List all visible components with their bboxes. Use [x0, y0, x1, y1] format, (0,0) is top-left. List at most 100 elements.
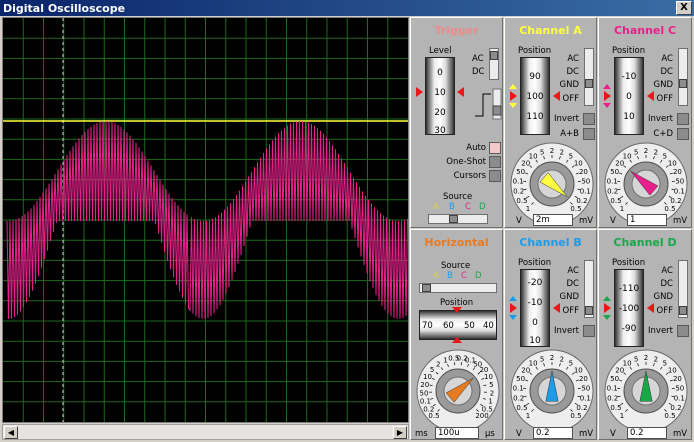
cursors-button[interactable] [489, 170, 501, 182]
horizontal-unit-right: µs [485, 429, 495, 439]
channel-a-dial-scale-label: 2 [560, 149, 564, 157]
channel-b-mode-dc: DC [566, 279, 579, 289]
channel-d-dial-scale-label: 50 [675, 385, 684, 393]
timebase-value-input[interactable]: 100u [435, 427, 479, 439]
channel-d-coupling-switch[interactable] [678, 260, 688, 318]
channel-a-volts-dial[interactable]: 10.50.20.15020105 2 251020500.10.20.5 [509, 140, 595, 224]
channel-a-dial-scale-label: 10 [574, 159, 583, 167]
channel-c-combine-button[interactable] [677, 128, 689, 140]
auto-label: Auto [466, 143, 486, 153]
channel-d-unit-left: V [610, 429, 616, 439]
channel-c-title: Channel C [613, 24, 677, 37]
channel-a-value-input[interactable]: 2m [533, 214, 573, 226]
trigger-coupling-switch[interactable] [489, 48, 499, 80]
horizontal-title: Horizontal [424, 236, 489, 249]
channel-c-dial-scale-label: 2 [644, 147, 648, 155]
horizontal-source-d: D [475, 271, 482, 281]
channel-c-value-input[interactable]: 1 [627, 214, 667, 226]
channel-b-dial-scale-label: 0.5 [570, 412, 581, 420]
title-bar[interactable]: Digital Oscilloscope X [0, 0, 694, 16]
channel-b-panel: Channel B Position -20 -10 0 10 AC DC GN… [504, 229, 597, 440]
channel-d-value-input[interactable]: 0.2 [627, 427, 667, 439]
channel-c-coupling-switch[interactable] [678, 48, 688, 106]
trigger-source-d: D [479, 202, 486, 212]
channel-d-invert-button[interactable] [677, 325, 689, 337]
one-shot-button[interactable] [489, 156, 501, 168]
horizontal-unit-left: ms [415, 429, 428, 439]
channel-a-combine-button[interactable] [583, 128, 595, 140]
channel-a-combine-label: A+B [560, 129, 579, 139]
channel-d-coupling-thumb[interactable] [679, 306, 687, 315]
channel-a-dial-scale-label: 50 [516, 168, 525, 176]
trigger-source-label: Source [443, 192, 473, 202]
timebase-dial-scale-label: 5 [430, 366, 434, 374]
channel-b-dial-scale-label: 1 [526, 412, 530, 420]
timebase-dial-scale-label: 2 [436, 360, 440, 368]
channel-a-invert-button[interactable] [583, 113, 595, 125]
channel-c-dial-scale-label: 0.2 [670, 197, 681, 205]
channel-a-dial-scale-label: 0.1 [513, 178, 524, 186]
trigger-source-slider[interactable] [428, 214, 488, 224]
channel-c-coupling-thumb[interactable] [679, 79, 687, 88]
channel-d-panel: Channel D Position -110 -100 -90 AC DC G… [598, 229, 692, 440]
horizontal-source-thumb[interactable] [422, 284, 431, 292]
channel-c-dial-scale-label: 1 [620, 205, 624, 213]
channel-c-dial-scale-label: 0.2 [607, 188, 618, 196]
channel-d-dial-scale-label: 0.1 [674, 395, 685, 403]
trigger-panel: Trigger Level 0 10 20 30 AC DC Auto One-… [410, 17, 503, 228]
horizontal-tick-0: 70 [422, 321, 433, 331]
channel-b-tick-3: 10 [529, 336, 541, 346]
trigger-edge-switch[interactable] [473, 86, 503, 124]
channel-b-coupling-thumb[interactable] [585, 306, 593, 315]
channel-a-title: Channel A [519, 24, 582, 37]
channel-c-volts-dial[interactable]: 10.50.20.15020105 2 251020500.10.20.5 [603, 140, 689, 224]
channel-a-dial-scale-label: 20 [579, 168, 588, 176]
trigger-source-c: C [465, 202, 471, 212]
channel-c-dial-scale-label: 10 [668, 159, 677, 167]
channel-c-invert-label: Invert [648, 114, 673, 124]
channel-a-dial-scale-label: 5 [569, 153, 573, 161]
channel-a-dial-scale-label: 0.2 [513, 188, 524, 196]
close-button[interactable]: X [676, 1, 692, 15]
horizontal-scrollbar[interactable]: ◀ ▶ [2, 424, 409, 440]
channel-b-invert-label: Invert [554, 326, 579, 336]
timebase-dial[interactable]: 0.50.20.150201052 1 0.50.20.15020105210.52… [415, 347, 501, 431]
channel-d-dial-scale-label: 1 [620, 412, 624, 420]
channel-b-coupling-switch[interactable] [584, 260, 594, 318]
channel-b-dial-scale-label: 0.5 [516, 404, 527, 412]
channel-b-invert-button[interactable] [583, 325, 595, 337]
channel-c-dial-scale-label: 0.1 [607, 178, 618, 186]
channel-a-dial-scale-label: 0.5 [570, 205, 581, 213]
channel-a-coupling-switch[interactable] [584, 48, 594, 106]
trigger-tick-2: 20 [434, 108, 446, 118]
channel-a-coupling-thumb[interactable] [585, 79, 593, 88]
scroll-left-arrow-icon[interactable]: ◀ [4, 426, 18, 439]
channel-a-panel: Channel A Position 90 100 110 AC DC GND … [504, 17, 597, 228]
channel-b-dial-scale-label: 0.2 [513, 395, 524, 403]
channel-c-dial-scale-label: 5 [663, 153, 667, 161]
horizontal-source-label: Source [441, 261, 471, 271]
channel-a-unit-right: mV [579, 216, 594, 226]
channel-d-dial-scale-label: 10 [668, 366, 677, 374]
channel-b-value-input[interactable]: 0.2 [533, 427, 573, 439]
channel-c-dial-scale-label: 0.5 [610, 197, 621, 205]
channel-a-dial-scale-label: 5 [540, 149, 544, 157]
timebase-dial-scale-label: 10 [423, 373, 432, 381]
channel-b-dial-scale-label: 0.2 [576, 404, 587, 412]
channel-b-volts-dial[interactable]: 10.50.20.15020105 2 251020500.10.20.5 [509, 347, 595, 431]
waveform-display [3, 18, 408, 422]
channel-a-dial-scale-label: 1 [526, 205, 530, 213]
channel-a-dial-scale-label: 2 [550, 147, 554, 155]
channel-d-dial-scale-label: 0.2 [607, 395, 618, 403]
horizontal-source-slider[interactable] [419, 283, 497, 293]
channel-c-invert-button[interactable] [677, 113, 689, 125]
scroll-right-arrow-icon[interactable]: ▶ [393, 426, 407, 439]
timebase-dial-scale-label: 50 [420, 389, 429, 397]
trigger-source-thumb[interactable] [449, 215, 458, 223]
timebase-dial-scale-label: 200 [475, 412, 488, 420]
trigger-coupling-thumb[interactable] [490, 51, 498, 60]
channel-b-unit-right: mV [579, 429, 594, 439]
channel-d-dial-scale-label: 20 [673, 375, 682, 383]
channel-d-volts-dial[interactable]: 10.50.20.15020105 2 251020500.10.20.5 [603, 347, 689, 431]
auto-button[interactable] [489, 142, 501, 154]
